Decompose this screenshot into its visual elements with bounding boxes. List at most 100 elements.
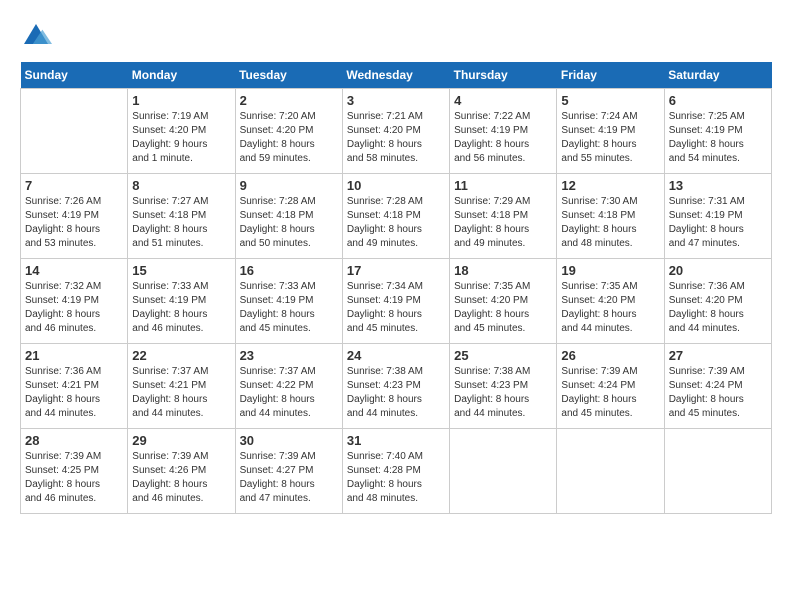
week-row-5: 28Sunrise: 7:39 AM Sunset: 4:25 PM Dayli… (21, 429, 772, 514)
day-info: Sunrise: 7:21 AM Sunset: 4:20 PM Dayligh… (347, 110, 445, 166)
day-number: 2 (240, 93, 338, 108)
day-number: 18 (454, 263, 552, 278)
day-number: 26 (561, 348, 659, 363)
day-number: 15 (132, 263, 230, 278)
day-number: 31 (347, 433, 445, 448)
day-cell-20: 20Sunrise: 7:36 AM Sunset: 4:20 PM Dayli… (664, 259, 771, 344)
day-info: Sunrise: 7:31 AM Sunset: 4:19 PM Dayligh… (669, 195, 767, 251)
day-cell-10: 10 Sunrise: 7:28 AM Sunset: 4:18 PM Dayli… (342, 174, 449, 259)
week-row-1: 1 Sunrise: 7:19 AM Sunset: 4:20 PM Daylig… (21, 89, 772, 174)
day-cell-12: 12 Sunrise: 7:30 AM Sunset: 4:18 PM Dayli… (557, 174, 664, 259)
day-number: 23 (240, 348, 338, 363)
day-number: 10 (347, 178, 445, 193)
day-cell-16: 16 Sunrise: 7:33 AM Sunset: 4:19 PM Dayli… (235, 259, 342, 344)
day-cell-11: 11 Sunrise: 7:29 AM Sunset: 4:18 PM Dayli… (450, 174, 557, 259)
weekday-header-monday: Monday (128, 62, 235, 89)
day-info: Sunrise: 7:38 AM Sunset: 4:23 PM Dayligh… (347, 365, 445, 421)
day-cell-4: 4Sunrise: 7:22 AM Sunset: 4:19 PM Daylig… (450, 89, 557, 174)
day-info: Sunrise: 7:39 AM Sunset: 4:24 PM Dayligh… (561, 365, 659, 421)
day-cell-9: 9 Sunrise: 7:28 AM Sunset: 4:18 PM Daylig… (235, 174, 342, 259)
day-cell-6: 6Sunrise: 7:25 AM Sunset: 4:19 PM Daylig… (664, 89, 771, 174)
day-number: 12 (561, 178, 659, 193)
day-cell-2: 2 Sunrise: 7:20 AM Sunset: 4:20 PM Daylig… (235, 89, 342, 174)
day-number: 9 (240, 178, 338, 193)
day-number: 29 (132, 433, 230, 448)
weekday-header-row: SundayMondayTuesdayWednesdayThursdayFrid… (21, 62, 772, 89)
day-cell-25: 25Sunrise: 7:38 AM Sunset: 4:23 PM Dayli… (450, 344, 557, 429)
day-number: 19 (561, 263, 659, 278)
day-cell-3: 3 Sunrise: 7:21 AM Sunset: 4:20 PM Daylig… (342, 89, 449, 174)
day-info: Sunrise: 7:35 AM Sunset: 4:20 PM Dayligh… (454, 280, 552, 336)
day-info: Sunrise: 7:38 AM Sunset: 4:23 PM Dayligh… (454, 365, 552, 421)
day-cell-22: 22Sunrise: 7:37 AM Sunset: 4:21 PM Dayli… (128, 344, 235, 429)
day-info: Sunrise: 7:40 AM Sunset: 4:28 PM Dayligh… (347, 450, 445, 506)
logo (20, 20, 56, 52)
day-info: Sunrise: 7:24 AM Sunset: 4:19 PM Dayligh… (561, 110, 659, 166)
day-info: Sunrise: 7:28 AM Sunset: 4:18 PM Dayligh… (240, 195, 338, 251)
day-number: 5 (561, 93, 659, 108)
day-info: Sunrise: 7:29 AM Sunset: 4:18 PM Dayligh… (454, 195, 552, 251)
day-cell-7: 7 Sunrise: 7:26 AM Sunset: 4:19 PM Daylig… (21, 174, 128, 259)
day-number: 21 (25, 348, 123, 363)
day-info: Sunrise: 7:34 AM Sunset: 4:19 PM Dayligh… (347, 280, 445, 336)
day-info: Sunrise: 7:28 AM Sunset: 4:18 PM Dayligh… (347, 195, 445, 251)
day-info: Sunrise: 7:32 AM Sunset: 4:19 PM Dayligh… (25, 280, 123, 336)
day-info: Sunrise: 7:26 AM Sunset: 4:19 PM Dayligh… (25, 195, 123, 251)
day-number: 17 (347, 263, 445, 278)
day-cell-30: 30Sunrise: 7:39 AM Sunset: 4:27 PM Dayli… (235, 429, 342, 514)
day-number: 3 (347, 93, 445, 108)
week-row-4: 21Sunrise: 7:36 AM Sunset: 4:21 PM Dayli… (21, 344, 772, 429)
day-cell-18: 18 Sunrise: 7:35 AM Sunset: 4:20 PM Dayli… (450, 259, 557, 344)
day-cell-24: 24 Sunrise: 7:38 AM Sunset: 4:23 PM Dayli… (342, 344, 449, 429)
day-info: Sunrise: 7:27 AM Sunset: 4:18 PM Dayligh… (132, 195, 230, 251)
day-cell-27: 27Sunrise: 7:39 AM Sunset: 4:24 PM Dayli… (664, 344, 771, 429)
day-number: 13 (669, 178, 767, 193)
day-info: Sunrise: 7:33 AM Sunset: 4:19 PM Dayligh… (132, 280, 230, 336)
day-number: 27 (669, 348, 767, 363)
day-number: 6 (669, 93, 767, 108)
day-number: 7 (25, 178, 123, 193)
day-cell-17: 17 Sunrise: 7:34 AM Sunset: 4:19 PM Dayli… (342, 259, 449, 344)
empty-cell (450, 429, 557, 514)
day-info: Sunrise: 7:37 AM Sunset: 4:21 PM Dayligh… (132, 365, 230, 421)
day-cell-15: 15 Sunrise: 7:33 AM Sunset: 4:19 PM Dayli… (128, 259, 235, 344)
day-cell-14: 14 Sunrise: 7:32 AM Sunset: 4:19 PM Dayli… (21, 259, 128, 344)
day-number: 16 (240, 263, 338, 278)
logo-icon (20, 20, 52, 52)
day-cell-21: 21Sunrise: 7:36 AM Sunset: 4:21 PM Dayli… (21, 344, 128, 429)
day-info: Sunrise: 7:36 AM Sunset: 4:20 PM Dayligh… (669, 280, 767, 336)
day-number: 11 (454, 178, 552, 193)
day-info: Sunrise: 7:39 AM Sunset: 4:27 PM Dayligh… (240, 450, 338, 506)
day-number: 28 (25, 433, 123, 448)
weekday-header-tuesday: Tuesday (235, 62, 342, 89)
weekday-header-wednesday: Wednesday (342, 62, 449, 89)
weekday-header-thursday: Thursday (450, 62, 557, 89)
day-info: Sunrise: 7:22 AM Sunset: 4:19 PM Dayligh… (454, 110, 552, 166)
day-cell-19: 19 Sunrise: 7:35 AM Sunset: 4:20 PM Dayli… (557, 259, 664, 344)
day-info: Sunrise: 7:33 AM Sunset: 4:19 PM Dayligh… (240, 280, 338, 336)
day-cell-5: 5 Sunrise: 7:24 AM Sunset: 4:19 PM Daylig… (557, 89, 664, 174)
day-cell-28: 28Sunrise: 7:39 AM Sunset: 4:25 PM Dayli… (21, 429, 128, 514)
day-cell-8: 8Sunrise: 7:27 AM Sunset: 4:18 PM Daylig… (128, 174, 235, 259)
empty-cell (557, 429, 664, 514)
empty-cell (664, 429, 771, 514)
weekday-header-friday: Friday (557, 62, 664, 89)
weekday-header-saturday: Saturday (664, 62, 771, 89)
day-info: Sunrise: 7:35 AM Sunset: 4:20 PM Dayligh… (561, 280, 659, 336)
day-number: 24 (347, 348, 445, 363)
day-number: 14 (25, 263, 123, 278)
day-cell-26: 26 Sunrise: 7:39 AM Sunset: 4:24 PM Dayli… (557, 344, 664, 429)
day-info: Sunrise: 7:37 AM Sunset: 4:22 PM Dayligh… (240, 365, 338, 421)
day-info: Sunrise: 7:20 AM Sunset: 4:20 PM Dayligh… (240, 110, 338, 166)
week-row-2: 7 Sunrise: 7:26 AM Sunset: 4:19 PM Daylig… (21, 174, 772, 259)
day-info: Sunrise: 7:39 AM Sunset: 4:26 PM Dayligh… (132, 450, 230, 506)
day-cell-1: 1 Sunrise: 7:19 AM Sunset: 4:20 PM Daylig… (128, 89, 235, 174)
day-cell-29: 29 Sunrise: 7:39 AM Sunset: 4:26 PM Dayli… (128, 429, 235, 514)
day-cell-23: 23 Sunrise: 7:37 AM Sunset: 4:22 PM Dayli… (235, 344, 342, 429)
day-cell-13: 13 Sunrise: 7:31 AM Sunset: 4:19 PM Dayli… (664, 174, 771, 259)
weekday-header-sunday: Sunday (21, 62, 128, 89)
day-number: 1 (132, 93, 230, 108)
day-info: Sunrise: 7:30 AM Sunset: 4:18 PM Dayligh… (561, 195, 659, 251)
week-row-3: 14 Sunrise: 7:32 AM Sunset: 4:19 PM Dayli… (21, 259, 772, 344)
day-info: Sunrise: 7:19 AM Sunset: 4:20 PM Dayligh… (132, 110, 230, 166)
